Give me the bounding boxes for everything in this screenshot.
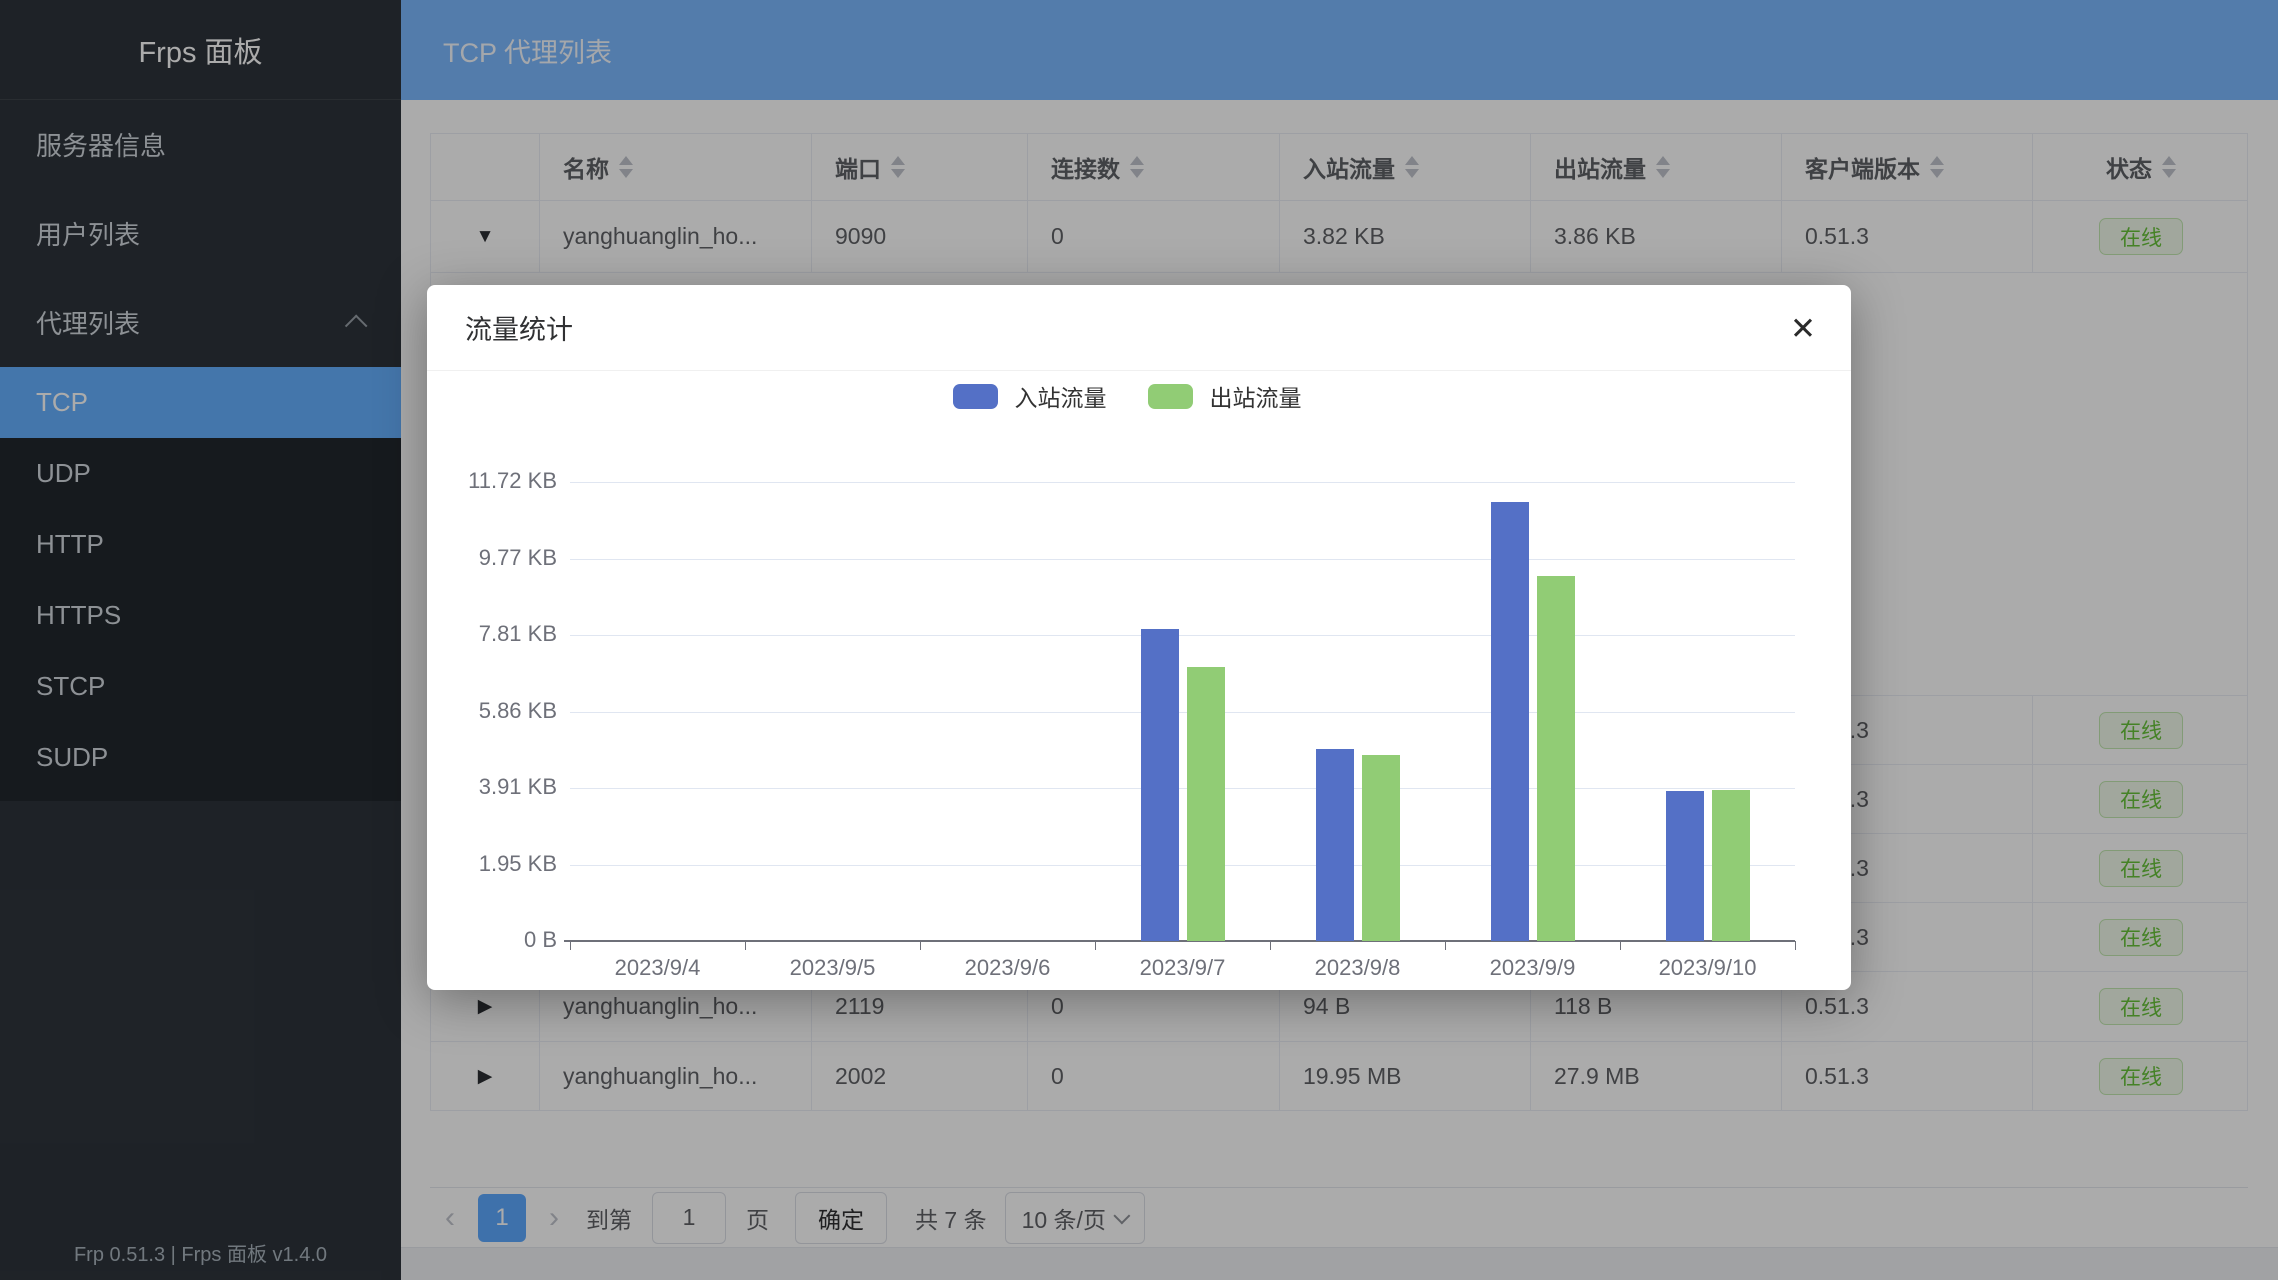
gridline xyxy=(570,712,1795,713)
y-axis-tick-label: 11.72 KB xyxy=(437,468,557,494)
y-axis-tick-label: 9.77 KB xyxy=(437,545,557,571)
inbound-bar[interactable] xyxy=(1666,791,1704,941)
x-axis-tick xyxy=(1270,941,1271,950)
gridline xyxy=(570,559,1795,560)
x-axis-category-label: 2023/9/6 xyxy=(920,955,1096,981)
outbound-bar[interactable] xyxy=(1362,755,1400,941)
y-axis-tick-label: 5.86 KB xyxy=(437,698,557,724)
gridline xyxy=(570,482,1795,483)
outbound-bar[interactable] xyxy=(1537,576,1575,941)
x-axis-category-label: 2023/9/7 xyxy=(1095,955,1271,981)
gridline xyxy=(570,865,1795,866)
x-axis-line xyxy=(564,940,1795,942)
y-axis-tick-label: 3.91 KB xyxy=(437,774,557,800)
x-axis-category-label: 2023/9/8 xyxy=(1270,955,1446,981)
chart-legend: 入站流量 出站流量 xyxy=(427,379,1851,413)
inbound-bar[interactable] xyxy=(1491,502,1529,941)
x-axis-tick xyxy=(745,941,746,950)
x-axis-tick xyxy=(1795,941,1796,950)
legend-swatch-outbound[interactable] xyxy=(1148,384,1193,409)
x-axis-tick xyxy=(1445,941,1446,950)
x-axis-tick xyxy=(920,941,921,950)
gridline xyxy=(570,635,1795,636)
inbound-bar[interactable] xyxy=(1141,629,1179,941)
x-axis-category-label: 2023/9/10 xyxy=(1620,955,1796,981)
x-axis-category-label: 2023/9/5 xyxy=(745,955,921,981)
y-axis-tick-label: 0 B xyxy=(437,927,557,953)
inbound-bar[interactable] xyxy=(1316,749,1354,941)
outbound-bar[interactable] xyxy=(1187,667,1225,941)
x-axis-tick xyxy=(1620,941,1621,950)
legend-label-outbound[interactable]: 出站流量 xyxy=(1210,379,1302,413)
legend-swatch-inbound[interactable] xyxy=(953,384,998,409)
x-axis-category-label: 2023/9/4 xyxy=(570,955,746,981)
y-axis-tick-label: 7.81 KB xyxy=(437,621,557,647)
x-axis-tick xyxy=(1095,941,1096,950)
y-axis-tick-label: 1.95 KB xyxy=(437,851,557,877)
x-axis-tick xyxy=(570,941,571,950)
traffic-stats-modal: 流量统计 ✕ 11.72 KB9.77 KB7.81 KB5.86 KB3.91… xyxy=(427,285,1851,990)
x-axis-category-label: 2023/9/9 xyxy=(1445,955,1621,981)
legend-label-inbound[interactable]: 入站流量 xyxy=(1015,379,1107,413)
gridline xyxy=(570,788,1795,789)
outbound-bar[interactable] xyxy=(1712,790,1750,941)
app-window: Frps 面板 服务器信息 用户列表 代理列表 TCP UDP HTTP HTT… xyxy=(0,0,2278,1280)
